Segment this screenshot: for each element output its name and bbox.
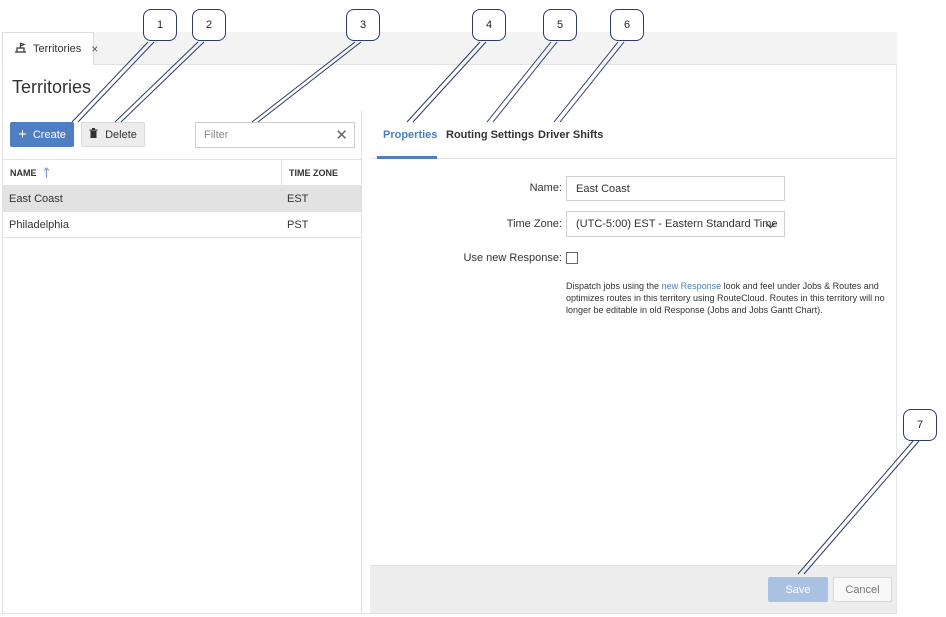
callout-badge: 7 [903, 409, 937, 441]
callout-badge: 1 [143, 9, 177, 41]
callout-badge: 3 [346, 9, 380, 41]
callout-badge: 4 [472, 9, 506, 41]
callout-badge: 5 [543, 9, 577, 41]
callout-leader-lines [71, 41, 920, 575]
callout-badge: 6 [610, 9, 644, 41]
callout-badge: 2 [192, 9, 226, 41]
